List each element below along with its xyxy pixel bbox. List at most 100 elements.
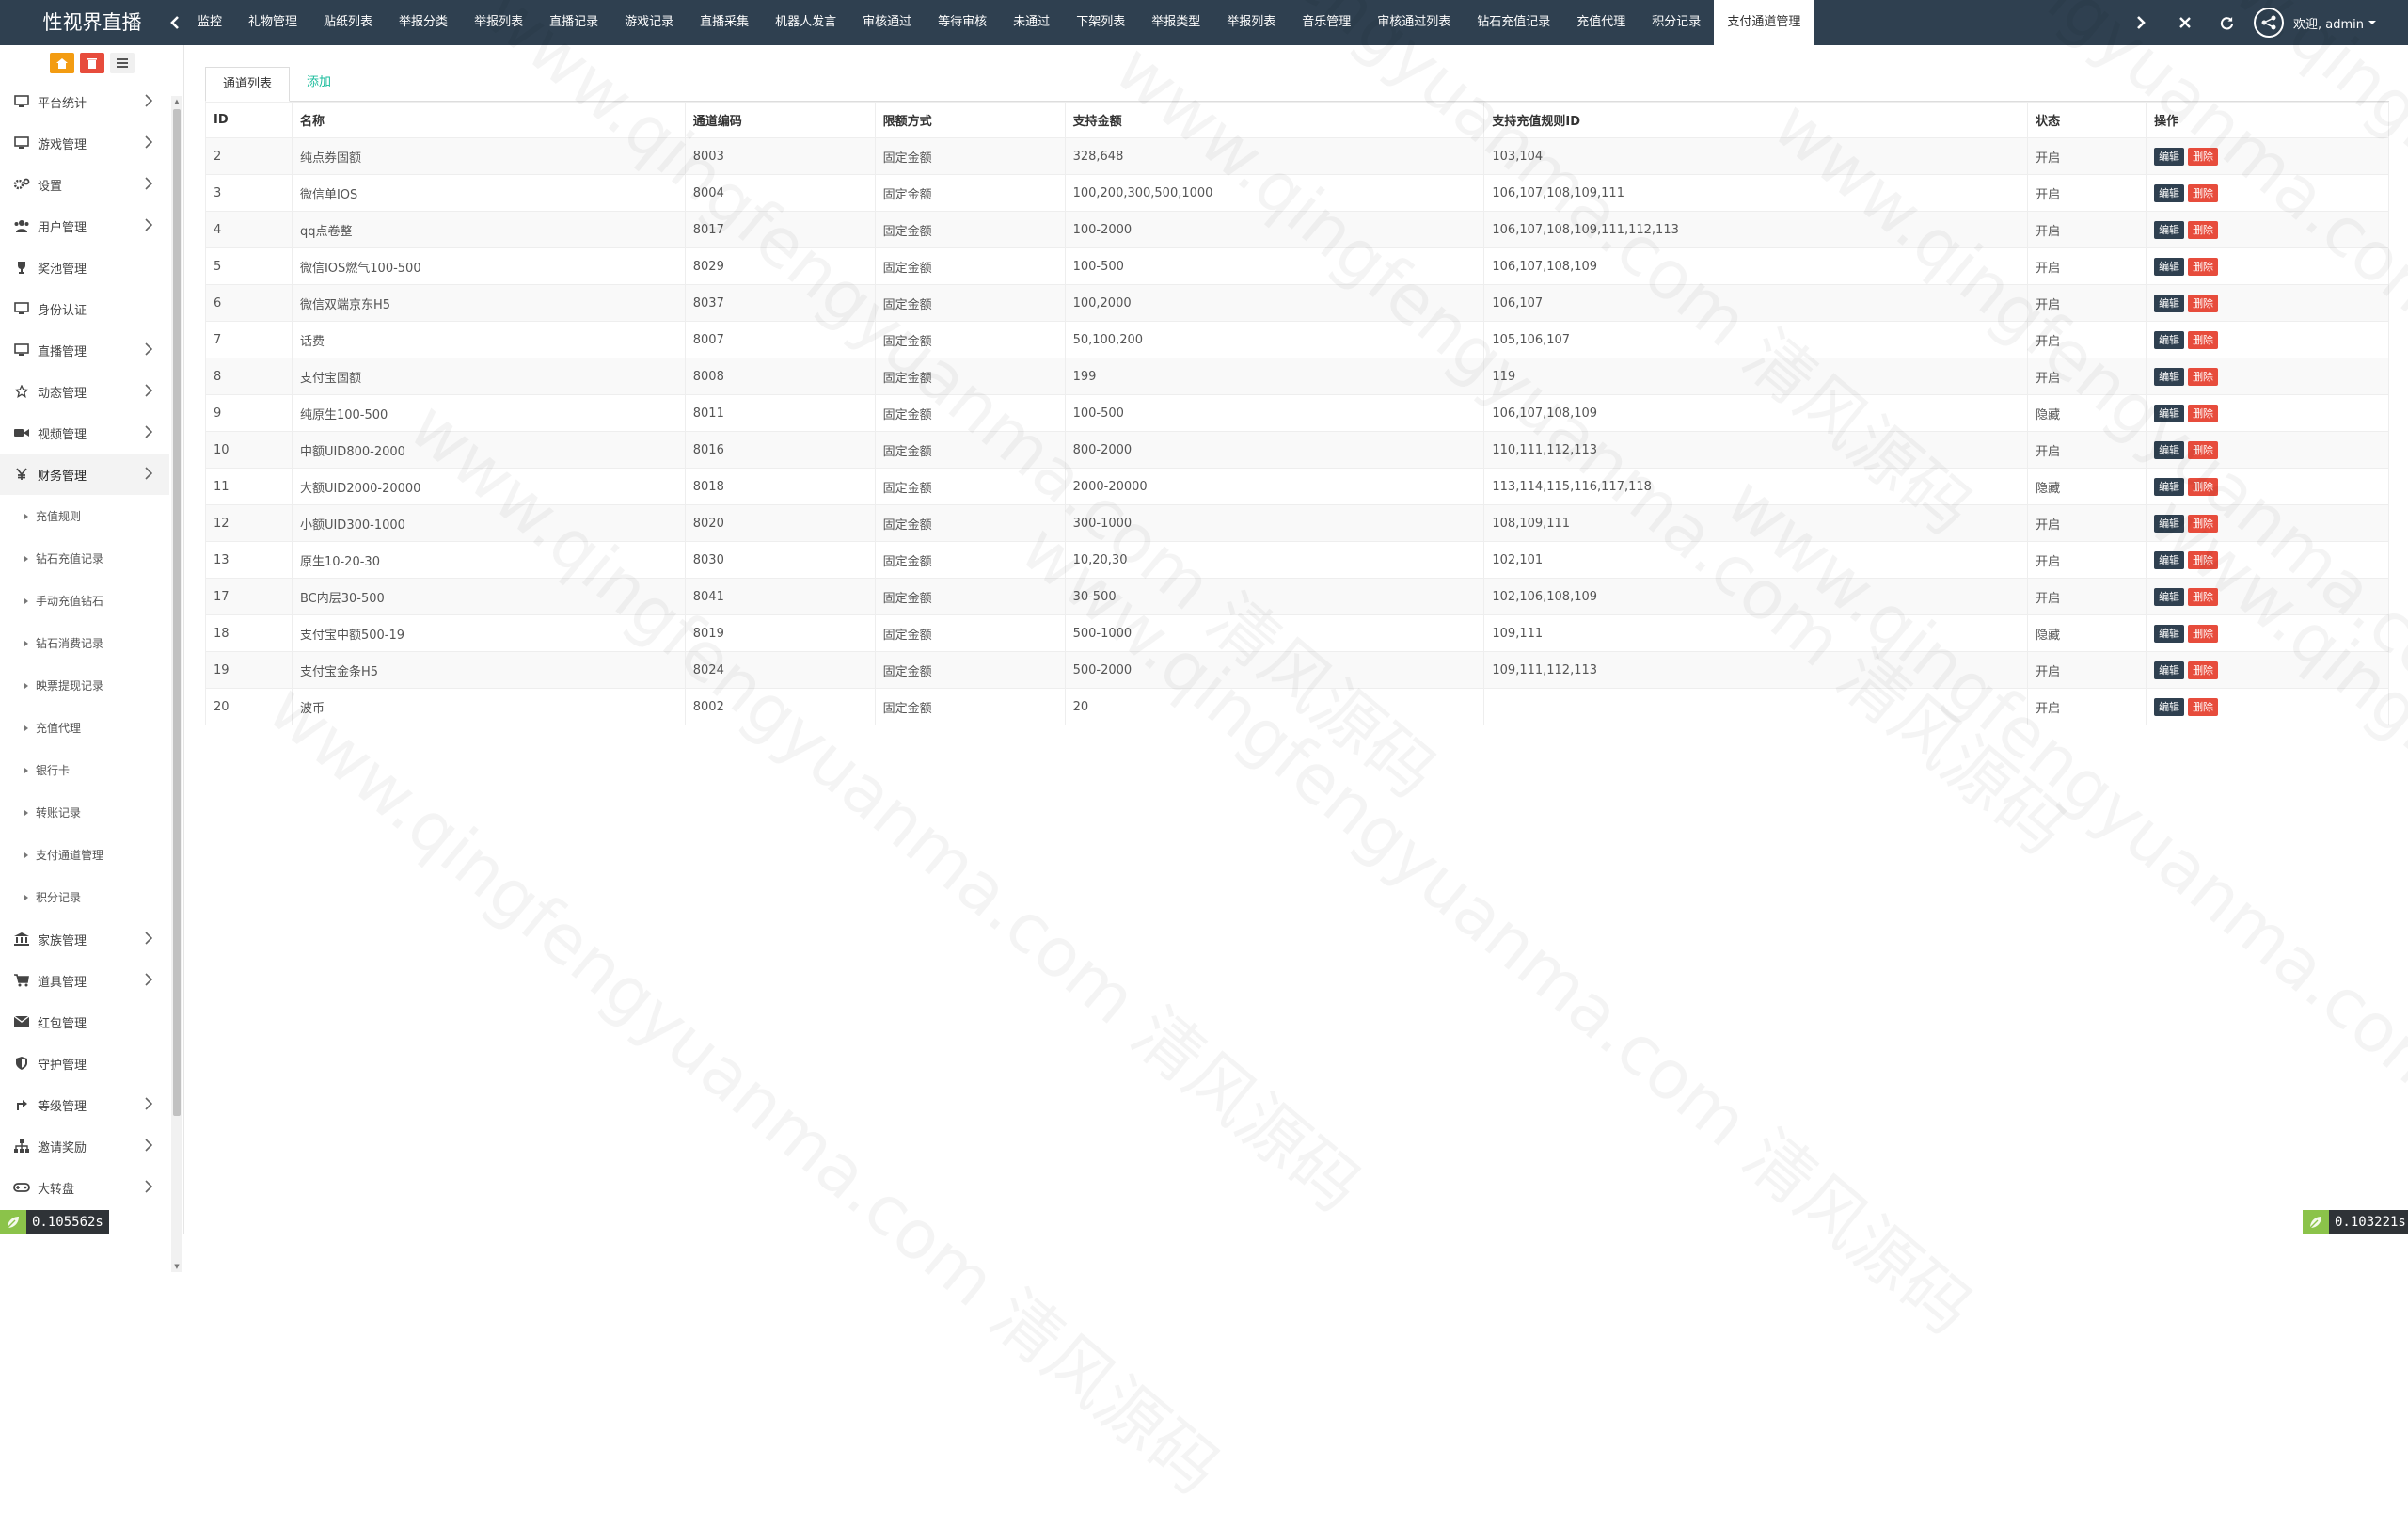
delete-button[interactable]: 删除 <box>2188 367 2219 386</box>
sidebar-subitem[interactable]: 钻石充值记录 <box>0 537 169 580</box>
edit-button[interactable]: 编辑 <box>2154 147 2185 166</box>
sidebar-item[interactable]: 动态管理 <box>0 371 169 412</box>
tab-5[interactable]: 直播记录 <box>536 0 611 45</box>
edit-button[interactable]: 编辑 <box>2154 697 2185 716</box>
gamepad-icon <box>11 1180 32 1195</box>
tab-18[interactable]: 充值代理 <box>1563 0 1639 45</box>
scroll-up-arrow[interactable]: ▲ <box>171 96 182 107</box>
tab-8[interactable]: 机器人发言 <box>762 0 849 45</box>
edit-button[interactable]: 编辑 <box>2154 330 2185 349</box>
scroll-thumb[interactable] <box>173 109 181 1116</box>
sidebar-item[interactable]: 平台统计 <box>0 81 169 122</box>
tab-scroll-left-button[interactable] <box>166 0 184 45</box>
user-menu[interactable]: 欢迎, admin <box>2254 0 2408 45</box>
sidebar-item[interactable]: 奖池管理 <box>0 247 169 288</box>
sidebar-subitem[interactable]: 充值规则 <box>0 495 169 537</box>
sidebar-subitem[interactable]: 积分记录 <box>0 876 169 918</box>
delete-button[interactable]: 删除 <box>2188 550 2219 569</box>
edit-button[interactable]: 编辑 <box>2154 550 2185 569</box>
sidebar-subitem[interactable]: 转账记录 <box>0 791 169 834</box>
tab-3[interactable]: 举报分类 <box>386 0 461 45</box>
tab-add[interactable]: 添加 <box>290 66 348 101</box>
delete-button[interactable]: 删除 <box>2188 257 2219 276</box>
edit-button[interactable]: 编辑 <box>2154 661 2185 679</box>
delete-button[interactable]: 删除 <box>2188 294 2219 312</box>
edit-button[interactable]: 编辑 <box>2154 183 2185 202</box>
delete-button[interactable]: 删除 <box>2188 514 2219 533</box>
table-row: 12 小额UID300-1000 8020 固定金额 300-1000 108,109,1… <box>205 504 2389 542</box>
tab-6[interactable]: 游戏记录 <box>611 0 687 45</box>
edit-button[interactable]: 编辑 <box>2154 367 2185 386</box>
sidebar-subitem[interactable]: 支付通道管理 <box>0 834 169 876</box>
edit-button[interactable]: 编辑 <box>2154 624 2185 643</box>
tab-13[interactable]: 举报类型 <box>1138 0 1213 45</box>
list-shortcut-button[interactable] <box>109 53 135 73</box>
tab-16[interactable]: 审核通过列表 <box>1364 0 1464 45</box>
delete-button[interactable]: 删除 <box>2188 440 2219 459</box>
tab-scroll-right-button[interactable] <box>2122 0 2160 45</box>
delete-button[interactable]: 删除 <box>2188 661 2219 679</box>
tab-2[interactable]: 贴纸列表 <box>310 0 386 45</box>
delete-button[interactable]: 删除 <box>2188 183 2219 202</box>
brand-logo[interactable]: 性视界直播 <box>0 0 184 45</box>
sidebar-item[interactable]: 大转盘 <box>0 1167 169 1208</box>
sidebar-item[interactable]: 直播管理 <box>0 329 169 371</box>
delete-button[interactable]: 删除 <box>2188 477 2219 496</box>
sidebar-subitem-label: 手动充值钻石 <box>36 595 104 608</box>
edit-button[interactable]: 编辑 <box>2154 257 2185 276</box>
scroll-down-arrow[interactable]: ▼ <box>171 1261 182 1272</box>
close-tabs-button[interactable] <box>2165 0 2205 45</box>
tab-19[interactable]: 积分记录 <box>1639 0 1714 45</box>
sidebar-item[interactable]: 道具管理 <box>0 960 169 1001</box>
edit-button[interactable]: 编辑 <box>2154 404 2185 422</box>
edit-button[interactable]: 编辑 <box>2154 440 2185 459</box>
tab-1[interactable]: 礼物管理 <box>235 0 310 45</box>
edit-button[interactable]: 编辑 <box>2154 587 2185 606</box>
tab-20[interactable]: 支付通道管理 <box>1714 0 1814 45</box>
tab-4[interactable]: 举报列表 <box>461 0 536 45</box>
table-row: 4 qq点卷整 8017 固定金额 100-2000 106,107,108,109,11… <box>205 211 2389 248</box>
sidebar-scrollbar[interactable]: ▲ ▼ <box>171 96 182 1272</box>
tab-7[interactable]: 直播采集 <box>687 0 762 45</box>
delete-button[interactable]: 删除 <box>2188 220 2219 239</box>
sidebar-item[interactable]: 红包管理 <box>0 1001 169 1043</box>
tab-11[interactable]: 未通过 <box>1000 0 1063 45</box>
sidebar-subitem[interactable]: 银行卡 <box>0 749 169 791</box>
sidebar-item[interactable]: 财务管理 <box>0 454 169 495</box>
sidebar-item[interactable]: 守护管理 <box>0 1043 169 1084</box>
tab-17[interactable]: 钻石充值记录 <box>1464 0 1563 45</box>
sidebar-item[interactable]: 用户管理 <box>0 205 169 247</box>
tab-9[interactable]: 审核通过 <box>849 0 925 45</box>
sidebar-subitem[interactable]: 手动充值钻石 <box>0 580 169 622</box>
delete-button[interactable]: 删除 <box>2188 697 2219 716</box>
sidebar-item[interactable]: 游戏管理 <box>0 122 169 164</box>
sidebar-item[interactable]: 身份认证 <box>0 288 169 329</box>
delete-button[interactable]: 删除 <box>2188 147 2219 166</box>
edit-button[interactable]: 编辑 <box>2154 514 2185 533</box>
sidebar-subitem[interactable]: 钻石消费记录 <box>0 622 169 664</box>
sidebar-subitem[interactable]: 充值代理 <box>0 707 169 749</box>
sidebar-item[interactable]: 设置 <box>0 164 169 205</box>
tab-12[interactable]: 下架列表 <box>1063 0 1138 45</box>
tab-15[interactable]: 音乐管理 <box>1289 0 1364 45</box>
delete-button[interactable]: 删除 <box>2188 624 2219 643</box>
sidebar-item[interactable]: 等级管理 <box>0 1084 169 1125</box>
sidebar-subitem[interactable]: 映票提现记录 <box>0 664 169 707</box>
table-row: 20 波币 8002 固定金额 20 开启 编辑 删除 <box>205 688 2389 725</box>
sidebar-item[interactable]: 家族管理 <box>0 918 169 960</box>
sidebar-item[interactable]: 邀请奖励 <box>0 1125 169 1167</box>
delete-button[interactable]: 删除 <box>2188 404 2219 422</box>
delete-button[interactable]: 删除 <box>2188 330 2219 349</box>
tab-14[interactable]: 举报列表 <box>1213 0 1289 45</box>
delete-shortcut-button[interactable] <box>79 53 104 73</box>
tab-0[interactable]: 监控 <box>184 0 235 45</box>
refresh-button[interactable] <box>2207 0 2246 45</box>
home-shortcut-button[interactable] <box>49 53 74 73</box>
tab-10[interactable]: 等待审核 <box>925 0 1000 45</box>
edit-button[interactable]: 编辑 <box>2154 294 2185 312</box>
tab-channel-list[interactable]: 通道列表 <box>205 67 291 102</box>
delete-button[interactable]: 删除 <box>2188 587 2219 606</box>
edit-button[interactable]: 编辑 <box>2154 477 2185 496</box>
sidebar-item[interactable]: 视频管理 <box>0 412 169 454</box>
edit-button[interactable]: 编辑 <box>2154 220 2185 239</box>
